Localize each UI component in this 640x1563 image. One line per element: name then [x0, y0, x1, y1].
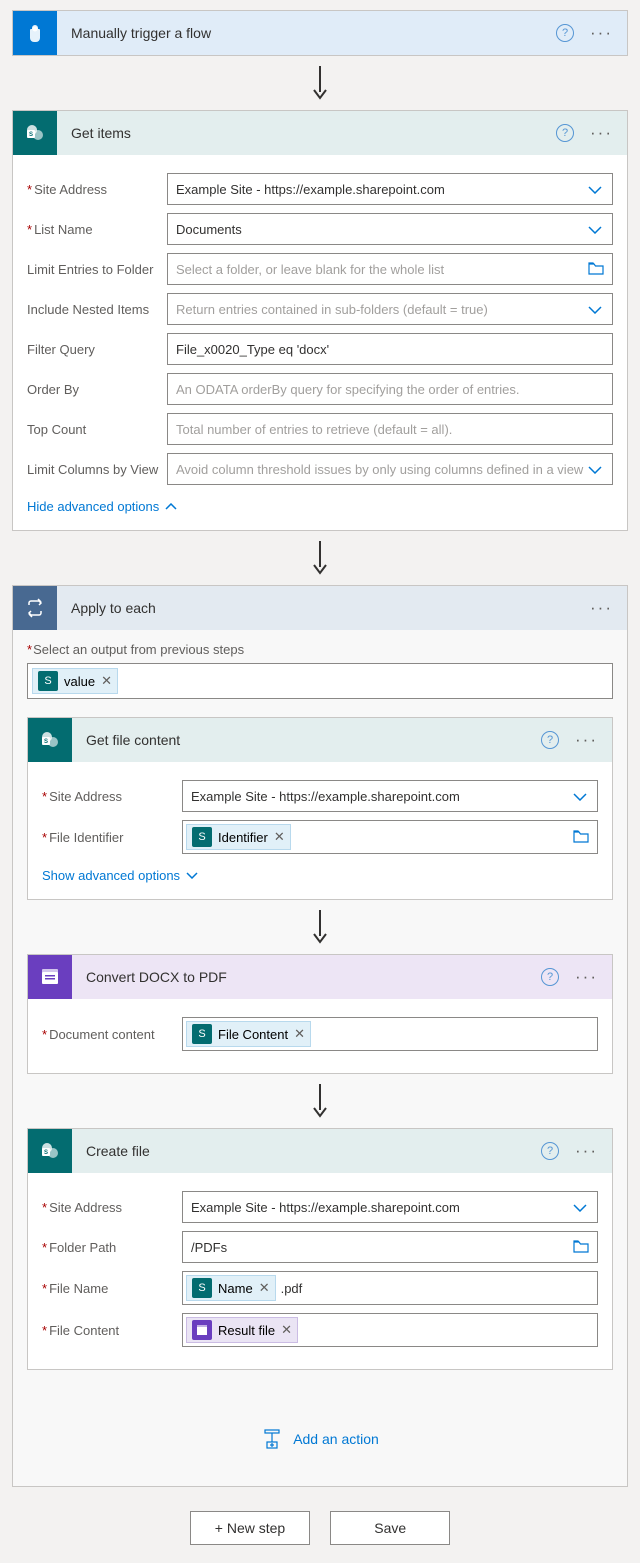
hide-advanced-link[interactable]: Hide advanced options — [27, 493, 177, 516]
site-address-input[interactable]: Example Site - https://example.sharepoin… — [167, 173, 613, 205]
more-icon[interactable]: ··· — [571, 1141, 602, 1161]
remove-token-icon[interactable]: ✕ — [274, 829, 285, 845]
site-address-input[interactable]: Example Site - https://example.sharepoin… — [182, 1191, 598, 1223]
doc-content-input[interactable]: SFile Content✕ — [182, 1017, 598, 1051]
get-file-content-card: S Get file content ? ··· *Site Address E… — [27, 717, 613, 900]
chevron-down-icon — [588, 462, 602, 477]
site-address-label: *Site Address — [42, 789, 182, 804]
result-file-token[interactable]: Result file✕ — [186, 1317, 298, 1343]
topcount-input[interactable]: Total number of entries to retrieve (def… — [167, 413, 613, 445]
folder-icon[interactable] — [573, 1239, 589, 1256]
chevron-down-icon — [573, 1200, 587, 1215]
topcount-label: Top Count — [27, 422, 167, 437]
limit-folder-label: Limit Entries to Folder — [27, 262, 167, 277]
get-items-title: Get items — [57, 125, 556, 141]
sharepoint-icon: S — [28, 718, 72, 762]
nested-label: Include Nested Items — [27, 302, 167, 317]
connector-arrow — [12, 531, 628, 585]
remove-token-icon[interactable]: ✕ — [259, 1280, 270, 1296]
create-file-card: S Create file ? ··· *Site Address Exampl… — [27, 1128, 613, 1370]
site-address-input[interactable]: Example Site - https://example.sharepoin… — [182, 780, 598, 812]
remove-token-icon[interactable]: ✕ — [281, 1322, 292, 1338]
orderby-input[interactable]: An ODATA orderBy query for specifying th… — [167, 373, 613, 405]
get-file-content-header[interactable]: S Get file content ? ··· — [28, 718, 612, 762]
folder-icon[interactable] — [588, 261, 604, 278]
add-action-button[interactable]: Add an action — [27, 1410, 613, 1468]
help-icon[interactable]: ? — [556, 124, 574, 142]
chevron-down-icon — [573, 789, 587, 804]
sharepoint-icon: S — [28, 1129, 72, 1173]
select-output-input[interactable]: Svalue✕ — [27, 663, 613, 699]
trigger-title: Manually trigger a flow — [57, 25, 556, 41]
filter-label: Filter Query — [27, 342, 167, 357]
convert-card: Convert DOCX to PDF ? ··· *Document cont… — [27, 954, 613, 1074]
more-icon[interactable]: ··· — [586, 23, 617, 43]
file-id-input[interactable]: SIdentifier✕ — [182, 820, 598, 854]
apply-to-each-card: Apply to each ··· *Select an output from… — [12, 585, 628, 1487]
connector-arrow — [27, 900, 613, 954]
file-content-label: *File Content — [42, 1323, 182, 1338]
add-action-icon — [261, 1428, 283, 1450]
value-token[interactable]: Svalue✕ — [32, 668, 118, 694]
sharepoint-icon: S — [13, 111, 57, 155]
remove-token-icon[interactable]: ✕ — [101, 673, 112, 689]
convert-title: Convert DOCX to PDF — [72, 969, 541, 985]
folder-icon[interactable] — [573, 829, 589, 846]
remove-token-icon[interactable]: ✕ — [294, 1026, 305, 1042]
connector-arrow — [27, 1074, 613, 1128]
show-advanced-link[interactable]: Show advanced options — [42, 862, 198, 885]
more-icon[interactable]: ··· — [571, 730, 602, 750]
nested-input[interactable]: Return entries contained in sub-folders … — [167, 293, 613, 325]
file-content-input[interactable]: Result file✕ — [182, 1313, 598, 1347]
select-output-label: *Select an output from previous steps — [27, 642, 613, 657]
create-file-title: Create file — [72, 1143, 541, 1159]
svg-text:S: S — [29, 132, 33, 138]
help-icon[interactable]: ? — [541, 1142, 559, 1160]
site-address-label: *Site Address — [27, 182, 167, 197]
identifier-token[interactable]: SIdentifier✕ — [186, 824, 291, 850]
connector-arrow — [12, 56, 628, 110]
loop-icon — [13, 586, 57, 630]
help-icon[interactable]: ? — [541, 968, 559, 986]
chevron-down-icon — [588, 302, 602, 317]
more-icon[interactable]: ··· — [571, 967, 602, 987]
filter-input[interactable]: File_x0020_Type eq 'docx' — [167, 333, 613, 365]
file-name-input[interactable]: SName✕ .pdf — [182, 1271, 598, 1305]
save-button[interactable]: Save — [330, 1511, 450, 1545]
limit-folder-input[interactable]: Select a folder, or leave blank for the … — [167, 253, 613, 285]
get-items-card: S Get items ? ··· *Site Address Example … — [12, 110, 628, 531]
get-items-header[interactable]: S Get items ? ··· — [13, 111, 627, 155]
folder-path-input[interactable]: /PDFs — [182, 1231, 598, 1263]
get-file-content-title: Get file content — [72, 732, 541, 748]
limitcols-label: Limit Columns by View — [27, 462, 167, 477]
name-token[interactable]: SName✕ — [186, 1275, 276, 1301]
file-id-label: *File Identifier — [42, 830, 182, 845]
orderby-label: Order By — [27, 382, 167, 397]
svg-text:S: S — [44, 1150, 48, 1156]
wordpress-icon — [28, 955, 72, 999]
more-icon[interactable]: ··· — [586, 123, 617, 143]
apply-to-each-title: Apply to each — [57, 600, 586, 616]
svg-text:S: S — [44, 739, 48, 745]
create-file-header[interactable]: S Create file ? ··· — [28, 1129, 612, 1173]
trigger-card[interactable]: Manually trigger a flow ? ··· — [12, 10, 628, 56]
chevron-down-icon — [588, 182, 602, 197]
help-icon[interactable]: ? — [556, 24, 574, 42]
help-icon[interactable]: ? — [541, 731, 559, 749]
convert-header[interactable]: Convert DOCX to PDF ? ··· — [28, 955, 612, 999]
trigger-icon — [13, 11, 57, 55]
list-name-label: *List Name — [27, 222, 167, 237]
new-step-button[interactable]: + New step — [190, 1511, 310, 1545]
pdf-suffix-text: .pdf — [281, 1281, 303, 1296]
file-name-label: *File Name — [42, 1281, 182, 1296]
doc-content-label: *Document content — [42, 1027, 182, 1042]
file-content-token[interactable]: SFile Content✕ — [186, 1021, 311, 1047]
folder-path-label: *Folder Path — [42, 1240, 182, 1255]
site-address-label: *Site Address — [42, 1200, 182, 1215]
chevron-down-icon — [588, 222, 602, 237]
limitcols-input[interactable]: Avoid column threshold issues by only us… — [167, 453, 613, 485]
list-name-input[interactable]: Documents — [167, 213, 613, 245]
apply-to-each-header[interactable]: Apply to each ··· — [13, 586, 627, 630]
more-icon[interactable]: ··· — [586, 598, 617, 618]
